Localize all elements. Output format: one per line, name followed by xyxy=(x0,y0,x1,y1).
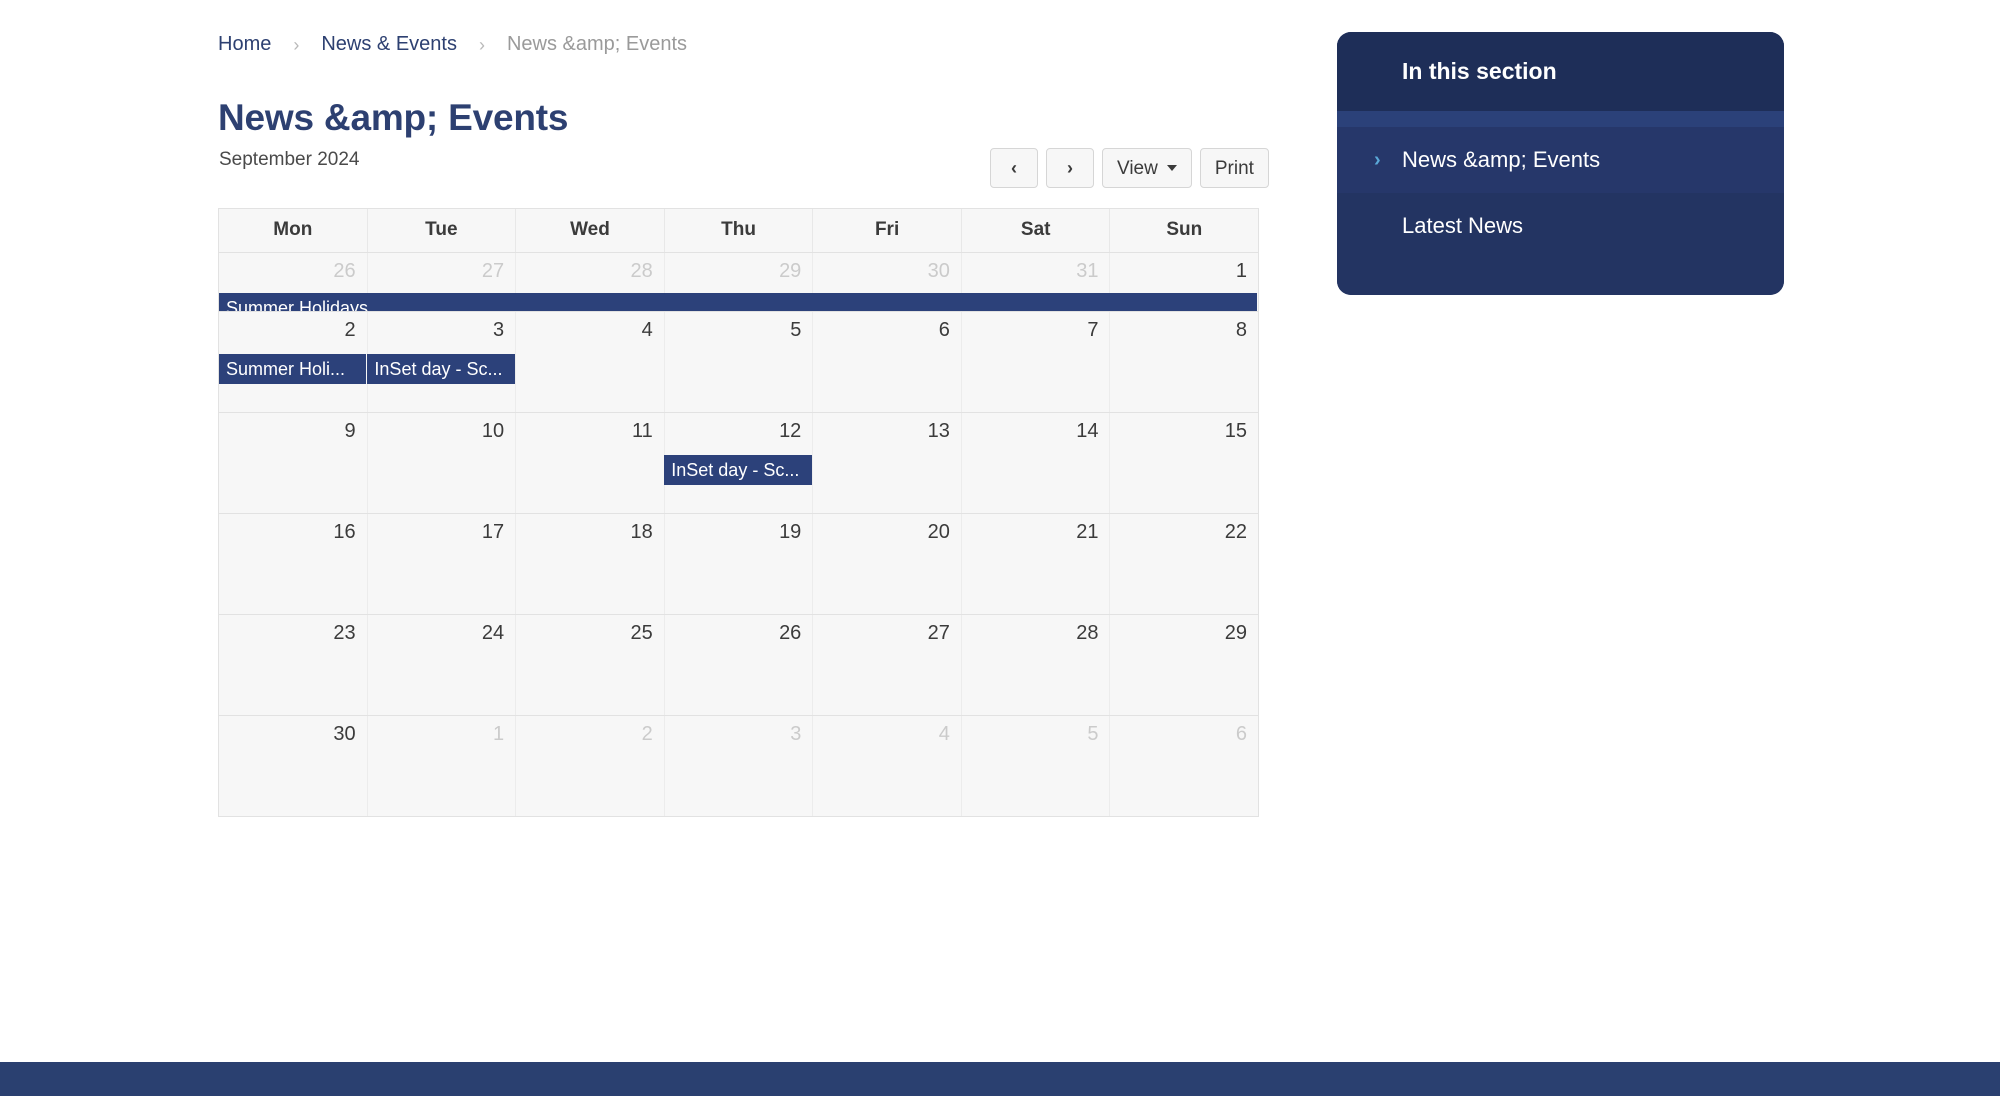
calendar-weekday-header: Tue xyxy=(367,209,517,252)
calendar-week-row: 9 10 11 12 13 14 15 InSet day - Sc... xyxy=(219,412,1259,513)
breadcrumb-separator-icon: › xyxy=(293,34,300,55)
calendar-day-cell[interactable]: 4 xyxy=(516,312,665,412)
chevron-left-icon: ‹ xyxy=(1011,158,1017,178)
view-dropdown-label: View xyxy=(1117,157,1158,179)
previous-month-button[interactable]: ‹ xyxy=(990,148,1038,188)
sidebar-item[interactable]: Latest News xyxy=(1337,193,1784,259)
calendar-event[interactable]: Summer Holi... xyxy=(219,354,367,384)
sidebar-footer-spacer xyxy=(1337,259,1784,295)
calendar-day-cell[interactable]: 3 xyxy=(664,716,814,816)
calendar-weekday-header: Mon xyxy=(219,209,368,252)
breadcrumb-item-home[interactable]: Home xyxy=(218,33,271,56)
sidebar-item-label: News &amp; Events xyxy=(1402,147,1601,172)
calendar-day-cell[interactable]: 16 xyxy=(219,514,368,614)
chevron-right-icon: › xyxy=(1067,158,1073,178)
calendar-day-cell[interactable]: 24 xyxy=(367,615,517,715)
calendar-day-cell[interactable]: 6 xyxy=(1110,716,1259,816)
calendar-day-cell[interactable]: 11 xyxy=(516,413,665,513)
calendar-weekday-header: Thu xyxy=(664,209,814,252)
sidebar-item[interactable]: › News &amp; Events xyxy=(1337,127,1784,193)
next-month-button[interactable]: › xyxy=(1046,148,1094,188)
calendar-day-cell[interactable]: 18 xyxy=(516,514,665,614)
calendar-day-cell[interactable]: 15 xyxy=(1110,413,1259,513)
calendar-grid: Mon Tue Wed Thu Fri Sat Sun 26 27 28 29 30 31 1 Summe… xyxy=(218,208,1259,817)
calendar-day-cell[interactable]: 30 xyxy=(219,716,368,816)
page-root: Home › News & Events › News &amp; Events… xyxy=(0,0,2000,1096)
calendar-day-cell[interactable]: 9 xyxy=(219,413,368,513)
calendar-day-cell[interactable]: 29 xyxy=(1110,615,1259,715)
sidebar-divider xyxy=(1337,111,1784,127)
calendar-body: 26 27 28 29 30 31 1 Summer Holidays 2 3 4 5 6 7 8 Summe… xyxy=(219,252,1259,816)
calendar-month-label: September 2024 xyxy=(219,149,360,170)
calendar-day-cells: 23 24 25 26 27 28 29 xyxy=(219,615,1259,715)
calendar-week-row: 2 3 4 5 6 7 8 Summer Holi... InSet day - Sc... xyxy=(219,311,1259,412)
calendar-day-cell[interactable]: 1 xyxy=(367,716,517,816)
calendar-weekday-header-row: Mon Tue Wed Thu Fri Sat Sun xyxy=(219,208,1259,252)
calendar-weekday-header: Sat xyxy=(961,209,1111,252)
breadcrumb-item-current: News &amp; Events xyxy=(506,33,688,55)
calendar-day-cell[interactable]: 10 xyxy=(367,413,517,513)
calendar-day-cell[interactable]: 23 xyxy=(219,615,368,715)
calendar-week-row: 30 1 2 3 4 5 6 xyxy=(219,715,1259,816)
in-this-section-heading: In this section xyxy=(1337,32,1784,111)
calendar-day-cell[interactable]: 6 xyxy=(813,312,962,412)
calendar-weekday-header: Sun xyxy=(1110,209,1259,252)
calendar-weekday-header: Wed xyxy=(516,209,665,252)
calendar-day-cells: 16 17 18 19 20 21 22 xyxy=(219,514,1259,614)
calendar-day-cell[interactable]: 5 xyxy=(664,312,814,412)
print-button[interactable]: Print xyxy=(1199,148,1269,188)
calendar-day-cell[interactable]: 5 xyxy=(961,716,1111,816)
sidebar-nav-list: › News &amp; Events Latest News xyxy=(1337,127,1784,259)
calendar-day-cell[interactable]: 26 xyxy=(664,615,814,715)
calendar-day-cell[interactable]: 13 xyxy=(813,413,962,513)
calendar-toolbar: ‹ › View Print xyxy=(990,148,1269,188)
calendar-event[interactable]: InSet day - Sc... xyxy=(664,455,812,485)
calendar-day-cell[interactable]: 21 xyxy=(961,514,1111,614)
calendar-day-cell[interactable]: 4 xyxy=(813,716,962,816)
calendar-day-cell[interactable]: 17 xyxy=(367,514,517,614)
calendar-day-cell[interactable]: 8 xyxy=(1110,312,1259,412)
chevron-right-icon: › xyxy=(1374,149,1381,171)
calendar-day-cells: 30 1 2 3 4 5 6 xyxy=(219,716,1259,816)
calendar-event[interactable]: InSet day - Sc... xyxy=(367,354,515,384)
calendar-day-cell[interactable]: 28 xyxy=(961,615,1111,715)
calendar-day-cell[interactable]: 27 xyxy=(813,615,962,715)
calendar-week-row: 23 24 25 26 27 28 29 xyxy=(219,614,1259,715)
breadcrumb: Home › News & Events › News &amp; Events xyxy=(218,33,687,56)
calendar-day-cell[interactable]: 2 xyxy=(516,716,665,816)
chevron-down-icon xyxy=(1166,165,1177,171)
calendar-week-row: 26 27 28 29 30 31 1 Summer Holidays xyxy=(219,252,1259,323)
view-dropdown-button[interactable]: View xyxy=(1102,148,1192,188)
calendar-day-cell[interactable]: 19 xyxy=(664,514,814,614)
page-footer-bar xyxy=(0,1062,2000,1096)
calendar-day-cell[interactable]: 25 xyxy=(516,615,665,715)
page-title: News &amp; Events xyxy=(218,97,569,138)
calendar-weekday-header: Fri xyxy=(813,209,962,252)
breadcrumb-item-news-events[interactable]: News & Events xyxy=(321,33,457,56)
calendar-day-cell[interactable]: 7 xyxy=(961,312,1111,412)
calendar-week-row: 16 17 18 19 20 21 22 xyxy=(219,513,1259,614)
calendar-day-cell[interactable]: 14 xyxy=(961,413,1111,513)
in-this-section-panel: In this section › News &amp; Events Latest… xyxy=(1337,32,1784,295)
breadcrumb-separator-icon: › xyxy=(478,34,485,55)
calendar-day-cell[interactable]: 20 xyxy=(813,514,962,614)
calendar-day-cell[interactable]: 22 xyxy=(1110,514,1259,614)
sidebar-item-label: Latest News xyxy=(1402,213,1524,238)
